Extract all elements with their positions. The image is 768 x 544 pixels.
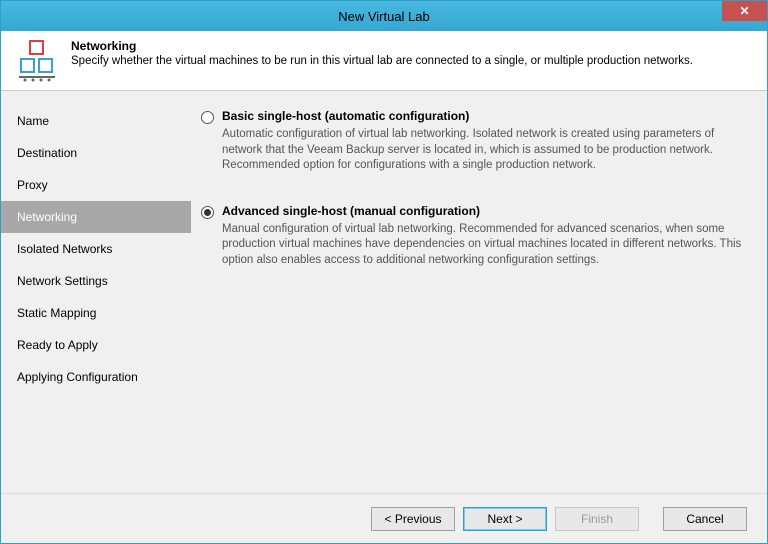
option-basic-text: Basic single-host (automatic configurati…: [222, 109, 743, 174]
sidebar-item-networking[interactable]: Networking: [1, 201, 191, 233]
networking-icon: [15, 39, 59, 83]
sidebar-item-isolated-networks[interactable]: Isolated Networks: [1, 233, 191, 265]
wizard-header: Networking Specify whether the virtual m…: [1, 31, 767, 91]
radio-advanced[interactable]: [201, 206, 214, 219]
titlebar: New Virtual Lab ✕: [1, 1, 767, 31]
sidebar-item-applying-configuration[interactable]: Applying Configuration: [1, 361, 191, 393]
sidebar-item-name[interactable]: Name: [1, 105, 191, 137]
header-title: Networking: [71, 39, 693, 53]
wizard-body: Name Destination Proxy Networking Isolat…: [1, 91, 767, 493]
sidebar-item-network-settings[interactable]: Network Settings: [1, 265, 191, 297]
option-advanced-text: Advanced single-host (manual configurati…: [222, 204, 743, 269]
previous-button[interactable]: < Previous: [371, 507, 455, 531]
wizard-sidebar: Name Destination Proxy Networking Isolat…: [1, 91, 191, 493]
content-pane: Basic single-host (automatic configurati…: [191, 91, 767, 493]
close-button[interactable]: ✕: [722, 1, 767, 21]
cancel-button[interactable]: Cancel: [663, 507, 747, 531]
option-advanced-desc: Manual configuration of virtual lab netw…: [222, 222, 743, 269]
option-advanced[interactable]: Advanced single-host (manual configurati…: [201, 204, 743, 269]
sidebar-item-static-mapping[interactable]: Static Mapping: [1, 297, 191, 329]
header-text: Networking Specify whether the virtual m…: [71, 39, 693, 67]
option-advanced-title: Advanced single-host (manual configurati…: [222, 204, 743, 218]
close-icon: ✕: [739, 4, 749, 18]
option-basic[interactable]: Basic single-host (automatic configurati…: [201, 109, 743, 174]
wizard-footer: < Previous Next > Finish Cancel: [1, 493, 767, 543]
finish-button: Finish: [555, 507, 639, 531]
next-button[interactable]: Next >: [463, 507, 547, 531]
radio-basic[interactable]: [201, 111, 214, 124]
header-subtitle: Specify whether the virtual machines to …: [71, 55, 693, 67]
sidebar-item-ready-to-apply[interactable]: Ready to Apply: [1, 329, 191, 361]
sidebar-item-proxy[interactable]: Proxy: [1, 169, 191, 201]
option-basic-title: Basic single-host (automatic configurati…: [222, 109, 743, 123]
sidebar-item-destination[interactable]: Destination: [1, 137, 191, 169]
option-basic-desc: Automatic configuration of virtual lab n…: [222, 127, 743, 174]
window-title: New Virtual Lab: [338, 9, 430, 24]
